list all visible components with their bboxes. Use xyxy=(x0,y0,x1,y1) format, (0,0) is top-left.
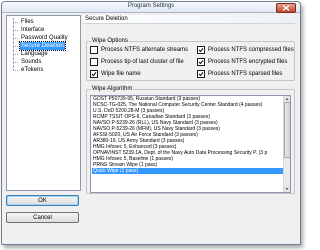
wipe-algorithm-list: GOST P50739-95, Russian Standard (3 pass… xyxy=(92,96,283,174)
checkmark-icon xyxy=(198,71,204,77)
window-title: Program Settings xyxy=(127,3,175,9)
checkbox-wipe-file-name[interactable]: Wipe file name xyxy=(90,70,141,78)
settings-tree[interactable]: Files Interface Password Quality Secure … xyxy=(6,15,81,191)
checkbox-tip-of-last-cluster[interactable]: Process tip of last cluster of file xyxy=(90,58,184,66)
tree-item-password-quality[interactable]: Password Quality xyxy=(10,34,69,42)
tree-connector xyxy=(10,18,20,26)
tree-item-sounds[interactable]: Sounds xyxy=(10,58,69,66)
title-bar[interactable]: Program Settings xyxy=(2,2,300,13)
checkbox-ntfs-encrypted-files[interactable]: Process NTFS encrypted files xyxy=(197,58,287,66)
tree-connector xyxy=(10,58,20,66)
wipe-options-legend: Wipe Options xyxy=(91,38,130,45)
wipe-algorithm-group: Wipe Algorithm GOST P50739-95, Russian S… xyxy=(86,86,295,194)
tree-list: Files Interface Password Quality Secure … xyxy=(10,18,69,74)
vertical-scrollbar[interactable] xyxy=(283,96,290,192)
tree-connector xyxy=(10,26,20,34)
tree-item-label: Sounds xyxy=(21,59,42,65)
tree-item-interface[interactable]: Interface xyxy=(10,26,69,34)
ok-button[interactable]: OK xyxy=(6,195,79,206)
checkbox-ntfs-sparsed-files[interactable]: Process NTFS sparsed files xyxy=(197,70,282,78)
tree-item-secure-deletion[interactable]: Secure Deletion xyxy=(10,41,69,51)
checkbox-label: Process NTFS sparsed files xyxy=(208,71,283,77)
checkmark-icon xyxy=(91,71,97,77)
cancel-button[interactable]: Cancel xyxy=(6,212,79,223)
checkbox-box[interactable] xyxy=(90,46,98,54)
tree-connector xyxy=(10,50,20,58)
tree-item-language[interactable]: Language xyxy=(10,50,69,58)
tree-item-label: Interface xyxy=(21,27,45,33)
tree-item-label: Password Quality xyxy=(21,35,68,41)
checkbox-label: Process tip of last cluster of file xyxy=(101,59,184,65)
tree-item-label: Files xyxy=(21,19,34,25)
tree-connector xyxy=(10,34,20,42)
tree-item-label: eTokens xyxy=(21,67,44,73)
tree-item-files[interactable]: Files xyxy=(10,18,69,26)
checkbox-ntfs-compressed-files[interactable]: Process NTFS compressed files xyxy=(197,46,294,54)
tree-connector xyxy=(10,66,20,74)
program-settings-window: Program Settings Files Interface Passwor… xyxy=(1,1,301,245)
wipe-algorithm-listbox[interactable]: GOST P50739-95, Russian Standard (3 pass… xyxy=(90,95,291,193)
close-button[interactable] xyxy=(276,3,296,13)
scroll-down-button[interactable] xyxy=(284,186,290,192)
section-title: Secure Deletion xyxy=(83,15,295,24)
checkbox-box[interactable] xyxy=(197,70,205,78)
checkbox-label: Process NTFS compressed files xyxy=(208,47,294,53)
checkbox-box[interactable] xyxy=(90,58,98,66)
checkbox-box[interactable] xyxy=(90,70,98,78)
arrow-down-icon xyxy=(285,188,289,190)
checkbox-box[interactable] xyxy=(197,46,205,54)
checkbox-box[interactable] xyxy=(197,58,205,66)
close-icon xyxy=(282,5,290,11)
wipe-options-group: Wipe Options Process NTFS alternate stre… xyxy=(86,38,295,81)
checkmark-icon xyxy=(198,47,204,53)
checkmark-icon xyxy=(198,59,204,65)
list-item-selected[interactable]: Quick Wipe (1 pass) xyxy=(92,168,283,174)
tree-item-etokens[interactable]: eTokens xyxy=(10,66,69,74)
checkbox-label: Process NTFS alternate streams xyxy=(101,47,189,53)
checkbox-ntfs-alternate-streams[interactable]: Process NTFS alternate streams xyxy=(90,46,188,54)
tree-item-label: Secure Deletion xyxy=(19,41,66,51)
tree-item-label: Language xyxy=(21,51,48,57)
scroll-thumb[interactable] xyxy=(284,102,290,158)
tree-connector xyxy=(10,42,20,50)
checkbox-label: Process NTFS encrypted files xyxy=(208,59,288,65)
checkbox-label: Wipe file name xyxy=(101,71,141,77)
wipe-algorithm-legend: Wipe Algorithm xyxy=(91,86,134,93)
